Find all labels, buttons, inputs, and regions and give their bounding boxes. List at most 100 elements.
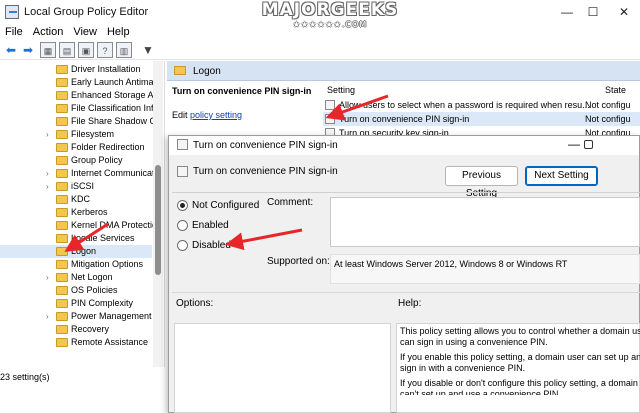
- show-hide-tree-icon[interactable]: ▤: [59, 42, 75, 58]
- setting-row-selected[interactable]: Turn on convenience PIN sign-in Not conf…: [323, 112, 640, 126]
- tree-item[interactable]: Kerberos: [0, 206, 152, 219]
- divider: [172, 192, 640, 193]
- column-header-setting[interactable]: Setting: [327, 85, 355, 95]
- tree-item[interactable]: › iSCSI: [0, 180, 152, 193]
- tree-item[interactable]: Group Policy: [0, 154, 152, 167]
- watermark-text: MAJORGEEKS: [261, 0, 399, 20]
- close-button[interactable]: ✕: [612, 3, 636, 21]
- tree-item-label: Remote Assistance: [71, 337, 149, 347]
- expand-arrow-icon[interactable]: ›: [46, 271, 49, 284]
- divider: [172, 292, 640, 293]
- expand-arrow-icon[interactable]: ›: [46, 310, 49, 323]
- up-folder-icon[interactable]: ▦: [40, 42, 56, 58]
- tree-item[interactable]: Recovery: [0, 323, 152, 336]
- menu-file[interactable]: File: [0, 24, 28, 40]
- setting-name: Allow users to select when a password is…: [339, 100, 590, 110]
- menu-view[interactable]: View: [68, 24, 102, 40]
- tree-item-label: Locale Services: [71, 233, 135, 243]
- radio-label-enabled[interactable]: Enabled: [192, 220, 229, 231]
- tree-item-label: Net Logon: [71, 272, 113, 282]
- tree-item-label: Kernel DMA Protectio: [71, 220, 158, 230]
- help-label: Help:: [398, 298, 422, 309]
- next-setting-button[interactable]: Next Setting: [525, 166, 598, 186]
- help-text-line: sign in with a convenience PIN.: [400, 363, 526, 373]
- forward-icon[interactable]: ➡: [20, 42, 36, 58]
- tree-item-label: Logon: [71, 246, 97, 256]
- tree-item-label: Folder Redirection: [71, 142, 145, 152]
- tree-item[interactable]: Mitigation Options: [0, 258, 152, 271]
- previous-setting-button[interactable]: Previous Setting: [445, 166, 518, 199]
- comment-field[interactable]: [330, 197, 640, 247]
- tree-item[interactable]: Logon: [0, 245, 152, 258]
- folder-icon: [56, 91, 68, 100]
- tree-item[interactable]: File Share Shadow Co: [0, 115, 161, 128]
- setting-state: Not configu: [585, 114, 631, 124]
- tree-item[interactable]: Kernel DMA Protectio: [0, 219, 157, 232]
- expand-arrow-icon[interactable]: ›: [46, 180, 49, 193]
- folder-icon: [56, 169, 68, 178]
- tree-item[interactable]: Early Launch Antimal: [0, 76, 156, 89]
- setting-name: Turn on convenience PIN sign-in: [339, 114, 470, 124]
- tree-item[interactable]: › Internet Communicat: [0, 167, 155, 180]
- menu-help[interactable]: Help: [102, 24, 135, 40]
- tree-item[interactable]: Remote Assistance: [0, 336, 152, 349]
- expand-arrow-icon[interactable]: ›: [46, 167, 49, 180]
- folder-icon: [56, 247, 68, 256]
- details-icon[interactable]: ▥: [116, 42, 132, 58]
- tree-item[interactable]: Driver Installation: [0, 63, 152, 76]
- setting-row[interactable]: Turn on security key sign-in Not configu: [323, 126, 640, 135]
- expand-arrow-icon[interactable]: ›: [46, 128, 49, 141]
- tree-item[interactable]: KDC: [0, 193, 152, 206]
- menu-action[interactable]: Action: [28, 24, 69, 40]
- tree-item[interactable]: › Filesystem: [0, 128, 152, 141]
- maximize-button[interactable]: ☐: [581, 3, 605, 21]
- dialog-minimize-button[interactable]: —: [568, 137, 580, 151]
- edit-policy-link[interactable]: policy setting: [190, 110, 242, 120]
- options-panel: [174, 323, 391, 413]
- tree-item-label: Recovery: [71, 324, 110, 334]
- setting-row[interactable]: Allow users to select when a password is…: [323, 98, 640, 112]
- supported-on-label: Supported on:: [267, 256, 330, 267]
- tree-item[interactable]: File Classification Infr: [0, 102, 157, 115]
- tree-item[interactable]: Enhanced Storage Ac: [0, 89, 158, 102]
- folder-icon: [56, 143, 68, 152]
- folder-icon: [56, 104, 68, 113]
- filter-icon[interactable]: ▼: [140, 42, 156, 58]
- help-icon[interactable]: ?: [97, 42, 113, 58]
- folder-icon: [56, 65, 68, 74]
- tree-item[interactable]: Folder Redirection: [0, 141, 152, 154]
- folder-icon: [56, 130, 68, 139]
- tree-item-label: Kerberos: [71, 207, 108, 217]
- back-icon[interactable]: ⬅: [3, 42, 19, 58]
- tree-item[interactable]: PIN Complexity: [0, 297, 152, 310]
- tree-item[interactable]: OS Policies: [0, 284, 152, 297]
- tree-item[interactable]: › Net Logon: [0, 271, 152, 284]
- policy-icon: [177, 166, 188, 177]
- folder-icon: [56, 260, 68, 269]
- edit-prefix: Edit: [172, 110, 191, 120]
- radio-label-disabled[interactable]: Disabled: [192, 240, 231, 251]
- column-header-state[interactable]: State: [605, 85, 626, 95]
- folder-icon: [56, 286, 68, 295]
- tree-scroll-thumb[interactable]: [155, 165, 161, 275]
- minimize-button[interactable]: —: [555, 3, 579, 21]
- dialog-maximize-button[interactable]: [584, 140, 593, 149]
- folder-icon: [56, 312, 68, 321]
- folder-icon: [56, 195, 68, 204]
- tree-item[interactable]: Locale Services: [0, 232, 152, 245]
- tree-item[interactable]: › Power Management: [0, 310, 152, 323]
- folder-icon: [174, 66, 186, 75]
- help-text-line: If you disable or don't configure this p…: [400, 378, 640, 388]
- folder-icon: [56, 78, 68, 87]
- radio-label-not-configured[interactable]: Not Configured: [192, 200, 259, 211]
- toolbar: ⬅ ➡ ▦ ▤ ▣ ? ▥ ▼: [0, 40, 640, 60]
- radio-not-configured[interactable]: [177, 200, 188, 211]
- properties-icon[interactable]: ▣: [78, 42, 94, 58]
- tree-item-label: iSCSI: [71, 181, 95, 191]
- tree-item-label: Internet Communicat: [71, 168, 155, 178]
- radio-disabled[interactable]: [177, 240, 188, 251]
- folder-icon: [56, 117, 68, 126]
- tree-item-label: PIN Complexity: [71, 298, 134, 308]
- radio-enabled[interactable]: [177, 220, 188, 231]
- setting-state: Not configu: [585, 100, 631, 110]
